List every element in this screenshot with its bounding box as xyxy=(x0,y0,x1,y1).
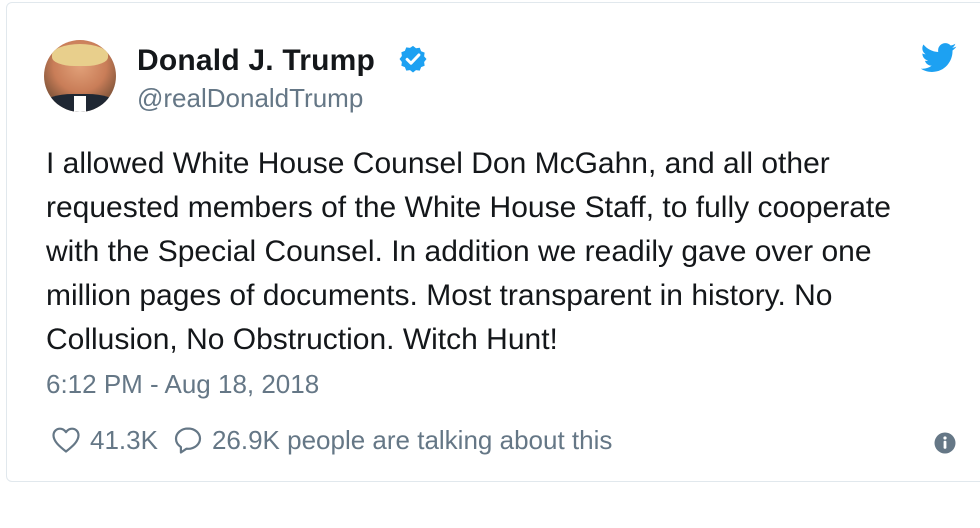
avatar-hair xyxy=(52,44,108,66)
like-count[interactable]: 41.3K xyxy=(90,425,158,456)
tweet-actions: 41.3K 26.9K people are talking about thi… xyxy=(50,424,626,456)
tweet-text-line: Collusion, No Obstruction. Witch Hunt! xyxy=(46,323,558,356)
display-name[interactable]: Donald J. Trump xyxy=(137,44,375,78)
speech-bubble-icon[interactable] xyxy=(172,424,204,456)
tweet-text-line: I allowed White House Counsel Don McGahn… xyxy=(46,147,830,180)
heart-icon[interactable] xyxy=(50,424,82,456)
avatar-shirt xyxy=(74,96,86,112)
talking-count[interactable]: 26.9K people are talking about this xyxy=(212,425,612,456)
tweet-text-line: with the Special Counsel. In addition we… xyxy=(46,235,872,268)
tweet-timestamp[interactable]: 6:12 PM - Aug 18, 2018 xyxy=(46,369,319,400)
user-handle[interactable]: @realDonaldTrump xyxy=(137,83,363,114)
twitter-bird-icon[interactable] xyxy=(921,43,957,73)
tweet-text-line: million pages of documents. Most transpa… xyxy=(46,279,833,312)
tweet-text-line: requested members of the White House Sta… xyxy=(46,191,891,224)
info-icon[interactable] xyxy=(934,432,956,454)
verified-badge-icon xyxy=(399,45,427,73)
tweet-text: I allowed White House Counsel Don McGahn… xyxy=(46,142,966,362)
avatar[interactable] xyxy=(44,40,116,112)
